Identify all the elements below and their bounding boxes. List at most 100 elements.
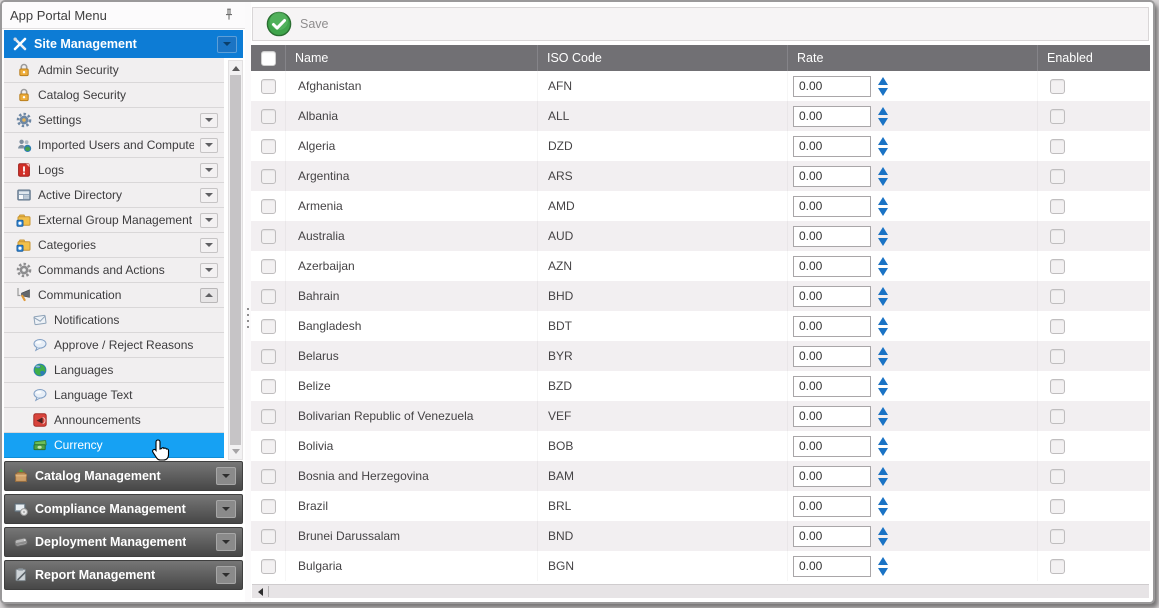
scroll-left-icon[interactable] (258, 588, 263, 596)
rate-input[interactable] (793, 556, 871, 577)
rate-input[interactable] (793, 136, 871, 157)
row-select-checkbox[interactable] (261, 559, 276, 574)
pin-icon[interactable] (221, 7, 237, 23)
rate-spinner[interactable] (878, 467, 888, 486)
sidebar-item[interactable]: Language Text (4, 383, 224, 408)
rate-spinner[interactable] (878, 107, 888, 126)
rate-input[interactable] (793, 226, 871, 247)
expand-collapse-button[interactable] (200, 288, 218, 303)
spin-down-icon[interactable] (878, 238, 888, 246)
sidebar-scrollbar[interactable] (228, 60, 243, 460)
spin-up-icon[interactable] (878, 137, 888, 145)
rate-input[interactable] (793, 406, 871, 427)
rate-spinner[interactable] (878, 557, 888, 576)
spin-up-icon[interactable] (878, 437, 888, 445)
enabled-checkbox[interactable] (1050, 409, 1065, 424)
spin-up-icon[interactable] (878, 317, 888, 325)
spin-up-icon[interactable] (878, 167, 888, 175)
rate-spinner[interactable] (878, 137, 888, 156)
sidebar-item[interactable]: Catalog Security (4, 83, 224, 108)
row-select-checkbox[interactable] (261, 259, 276, 274)
spin-up-icon[interactable] (878, 497, 888, 505)
rate-input[interactable] (793, 526, 871, 547)
expand-collapse-button[interactable] (216, 533, 236, 551)
rate-spinner[interactable] (878, 167, 888, 186)
enabled-checkbox[interactable] (1050, 349, 1065, 364)
enabled-checkbox[interactable] (1050, 499, 1065, 514)
rate-input[interactable] (793, 316, 871, 337)
enabled-checkbox[interactable] (1050, 259, 1065, 274)
spin-down-icon[interactable] (878, 568, 888, 576)
row-select-checkbox[interactable] (261, 109, 276, 124)
scroll-down-icon[interactable] (232, 449, 240, 454)
rate-input[interactable] (793, 76, 871, 97)
spin-down-icon[interactable] (878, 88, 888, 96)
rate-input[interactable] (793, 436, 871, 457)
sidebar-item[interactable]: Site Management (4, 30, 243, 58)
enabled-checkbox[interactable] (1050, 439, 1065, 454)
row-select-checkbox[interactable] (261, 379, 276, 394)
spin-up-icon[interactable] (878, 467, 888, 475)
rate-spinner[interactable] (878, 287, 888, 306)
spin-up-icon[interactable] (878, 287, 888, 295)
row-select-checkbox[interactable] (261, 79, 276, 94)
row-select-checkbox[interactable] (261, 529, 276, 544)
sidebar-item[interactable]: Languages (4, 358, 224, 383)
expand-collapse-button[interactable] (200, 163, 218, 178)
spin-up-icon[interactable] (878, 527, 888, 535)
spin-up-icon[interactable] (878, 107, 888, 115)
enabled-checkbox[interactable] (1050, 139, 1065, 154)
rate-input[interactable] (793, 346, 871, 367)
spin-up-icon[interactable] (878, 407, 888, 415)
enabled-checkbox[interactable] (1050, 529, 1065, 544)
spin-down-icon[interactable] (878, 208, 888, 216)
select-all-checkbox[interactable] (261, 51, 276, 66)
spin-down-icon[interactable] (878, 508, 888, 516)
spin-up-icon[interactable] (878, 77, 888, 85)
sidebar-item[interactable]: Approve / Reject Reasons (4, 333, 224, 358)
rate-spinner[interactable] (878, 77, 888, 96)
spin-down-icon[interactable] (878, 298, 888, 306)
sidebar-item[interactable]: Catalog Management (4, 461, 243, 491)
spin-down-icon[interactable] (878, 118, 888, 126)
sidebar-item[interactable]: Active Directory (4, 183, 224, 208)
spin-up-icon[interactable] (878, 347, 888, 355)
row-select-checkbox[interactable] (261, 349, 276, 364)
row-select-checkbox[interactable] (261, 289, 276, 304)
row-select-checkbox[interactable] (261, 499, 276, 514)
row-select-checkbox[interactable] (261, 229, 276, 244)
expand-collapse-button[interactable] (200, 113, 218, 128)
rate-spinner[interactable] (878, 497, 888, 516)
expand-collapse-button[interactable] (216, 566, 236, 584)
rate-input[interactable] (793, 286, 871, 307)
sidebar-item[interactable]: Compliance Management (4, 494, 243, 524)
spin-up-icon[interactable] (878, 197, 888, 205)
enabled-checkbox[interactable] (1050, 229, 1065, 244)
spin-down-icon[interactable] (878, 358, 888, 366)
rate-input[interactable] (793, 466, 871, 487)
rate-spinner[interactable] (878, 227, 888, 246)
spin-down-icon[interactable] (878, 178, 888, 186)
spin-down-icon[interactable] (878, 388, 888, 396)
spin-up-icon[interactable] (878, 257, 888, 265)
sidebar-item[interactable]: Logs (4, 158, 224, 183)
enabled-checkbox[interactable] (1050, 379, 1065, 394)
sidebar-item[interactable]: Report Management (4, 560, 243, 590)
row-select-checkbox[interactable] (261, 319, 276, 334)
sidebar-item[interactable]: Announcements (4, 408, 224, 433)
enabled-checkbox[interactable] (1050, 469, 1065, 484)
row-select-checkbox[interactable] (261, 169, 276, 184)
sidebar-item[interactable]: Deployment Management (4, 527, 243, 557)
sidebar-item[interactable]: Commands and Actions (4, 258, 224, 283)
rate-input[interactable] (793, 496, 871, 517)
sidebar-item[interactable]: Communication (4, 283, 224, 308)
save-button[interactable]: Save (260, 9, 335, 39)
rate-input[interactable] (793, 376, 871, 397)
spin-up-icon[interactable] (878, 377, 888, 385)
spin-down-icon[interactable] (878, 448, 888, 456)
expand-collapse-button[interactable] (217, 36, 237, 53)
enabled-checkbox[interactable] (1050, 559, 1065, 574)
rate-input[interactable] (793, 196, 871, 217)
rate-input[interactable] (793, 256, 871, 277)
row-select-checkbox[interactable] (261, 409, 276, 424)
